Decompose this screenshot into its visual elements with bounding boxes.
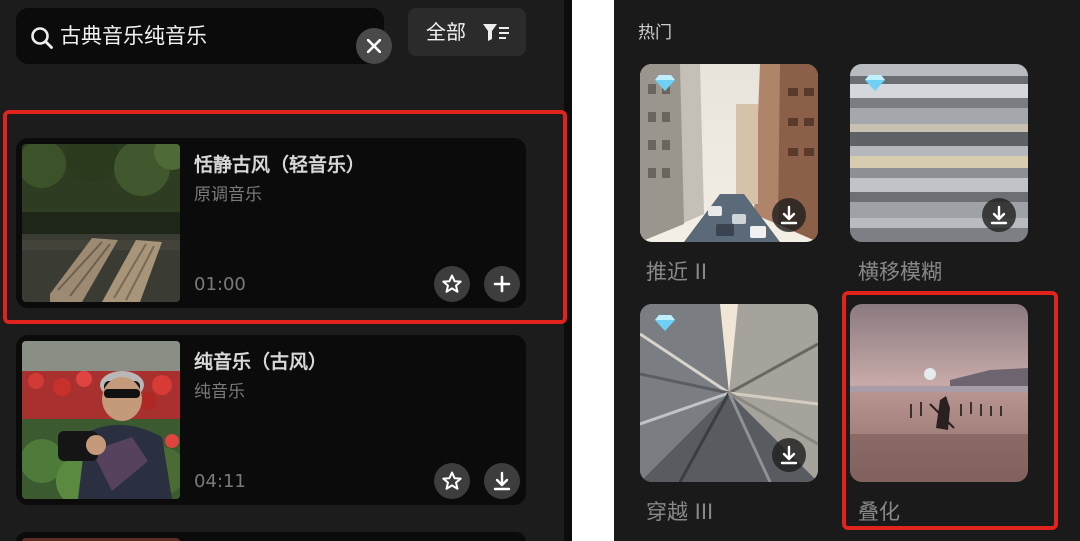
transition-tile-push-in[interactable] xyxy=(640,64,818,242)
transition-tile-horizontal-blur[interactable] xyxy=(850,64,1028,242)
search-bar[interactable]: 古典音乐纯音乐 xyxy=(16,8,392,64)
download-icon xyxy=(780,205,798,225)
download-icon xyxy=(493,471,511,491)
highlight-box-dissolve-transition xyxy=(842,291,1058,530)
star-icon xyxy=(442,471,462,490)
highlight-box-selected-track xyxy=(3,110,567,324)
favorite-button[interactable] xyxy=(434,463,470,499)
premium-diamond-icon xyxy=(654,314,676,336)
download-icon xyxy=(780,445,798,465)
premium-diamond-icon xyxy=(654,74,676,96)
transition-tile-pass-through[interactable] xyxy=(640,304,818,482)
track-title: 纯音乐（古风） xyxy=(194,351,328,373)
track-duration: 04:11 xyxy=(194,471,246,492)
download-track-button[interactable] xyxy=(484,463,520,499)
filter-icon xyxy=(483,24,509,41)
track-cover-image xyxy=(22,341,180,499)
transition-label: 穿越 III xyxy=(646,500,714,524)
close-icon xyxy=(367,39,381,53)
download-button[interactable] xyxy=(772,198,806,232)
transition-label: 横移模糊 xyxy=(858,260,942,284)
track-artist: 纯音乐 xyxy=(194,382,245,402)
transition-label: 推近 II xyxy=(646,260,708,284)
premium-diamond-icon xyxy=(864,74,886,96)
download-button[interactable] xyxy=(982,198,1016,232)
music-track-card[interactable]: 纯音乐（古风） 纯音乐 04:11 xyxy=(16,335,526,505)
search-input[interactable]: 古典音乐纯音乐 xyxy=(60,22,207,50)
filter-label: 全部 xyxy=(426,20,466,44)
search-icon xyxy=(30,26,54,54)
clear-search-button[interactable] xyxy=(356,28,392,64)
music-track-card[interactable] xyxy=(16,532,526,541)
section-title-hot: 热门 xyxy=(638,23,672,43)
filter-button[interactable]: 全部 xyxy=(408,8,526,56)
download-button[interactable] xyxy=(772,438,806,472)
download-icon xyxy=(990,205,1008,225)
